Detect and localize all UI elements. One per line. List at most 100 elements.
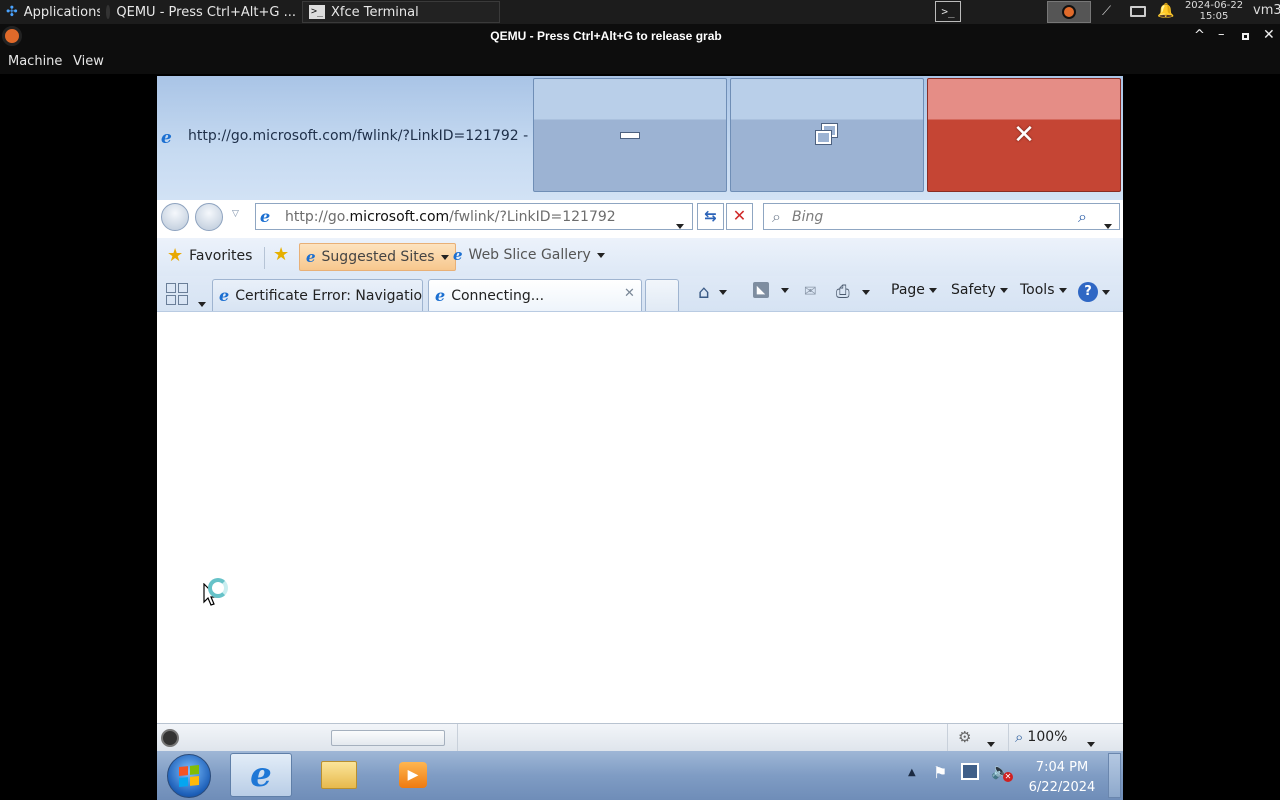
start-button[interactable] <box>167 754 211 798</box>
show-hidden-icons-icon[interactable]: ▲ <box>908 767 916 778</box>
battery-icon[interactable] <box>1130 6 1146 17</box>
search-engine-icon: ⌕ <box>772 207 781 226</box>
close-icon: ✕ <box>1013 120 1035 150</box>
back-button[interactable] <box>161 203 189 231</box>
new-tab-button[interactable] <box>645 279 679 311</box>
notification-bell-icon[interactable]: 🔔 <box>1157 3 1174 19</box>
taskbar-internet-explorer[interactable]: e <box>230 753 292 797</box>
zoom-button[interactable]: ⌕ 100% <box>1015 728 1067 746</box>
windows-logo-icon <box>179 764 199 788</box>
menu-machine[interactable]: Machine <box>8 54 62 69</box>
add-to-favorites-bar-icon[interactable]: ★ <box>273 244 289 265</box>
chevron-down-icon <box>1102 289 1110 295</box>
host-clock[interactable]: 2024-06-22 15:05 <box>1184 0 1244 22</box>
security-zone-icon[interactable]: ⚙ <box>958 728 971 746</box>
windows-taskbar: e ▶ ▲ ⚑ 🔈 ✕ 7:04 PM 6/22/2024 <box>157 751 1123 800</box>
page-content-area[interactable] <box>157 313 1123 723</box>
terminal-launcher-icon[interactable]: >_ <box>935 1 961 22</box>
status-bar: ⚙ ⌕ 100% <box>157 723 1123 752</box>
user-menu[interactable]: vm3 <box>1253 3 1280 18</box>
taskbar-clock[interactable]: 7:04 PM 6/22/2024 <box>1019 758 1105 798</box>
minimize-icon[interactable]: – <box>1218 27 1225 42</box>
busy-spinner-icon <box>208 578 228 598</box>
minimize-button[interactable] <box>533 78 727 192</box>
stop-button[interactable]: ✕ <box>726 203 753 230</box>
safety-menu[interactable]: Safety <box>951 282 1008 298</box>
taskbar-windows-explorer[interactable] <box>308 753 370 797</box>
loading-status-icon <box>161 729 179 747</box>
active-window-button[interactable] <box>1047 1 1091 23</box>
show-desktop-button[interactable] <box>1108 753 1121 798</box>
forward-button[interactable] <box>195 203 223 231</box>
print-button[interactable]: ⎙ <box>836 282 870 302</box>
tab-command-bar: e Certificate Error: Navigatio... e Conn… <box>157 276 1123 312</box>
search-options-dropdown-icon[interactable] <box>1104 214 1112 233</box>
taskbar-item-qemu[interactable]: QEMU - Press Ctrl+Alt+G ... <box>100 1 302 23</box>
chevron-down-icon <box>1058 287 1067 293</box>
host-clock-time: 15:05 <box>1199 11 1229 22</box>
address-bar[interactable]: e http://go.microsoft.com/fwlink/?LinkID… <box>255 203 693 230</box>
folder-icon <box>321 761 357 789</box>
ie-page-icon: e <box>306 247 316 266</box>
tools-menu-label: Tools <box>1020 282 1055 298</box>
address-dropdown-icon[interactable] <box>676 214 684 233</box>
tab-connecting[interactable]: e Connecting... ✕ <box>428 279 642 311</box>
maximize-chevron-icon[interactable]: ^ <box>1194 28 1205 43</box>
qemu-titlebar: QEMU - Press Ctrl+Alt+G to release grab … <box>0 24 1280 50</box>
host-clock-date: 2024-06-22 <box>1184 0 1244 11</box>
search-icon[interactable]: ⌕ <box>1078 207 1087 227</box>
tools-menu[interactable]: Tools <box>1020 282 1067 298</box>
ie-window-title: http://go.microsoft.com/fwlink/?LinkID=1… <box>188 128 546 144</box>
taskbar-item-terminal[interactable]: >_ Xfce Terminal <box>302 1 500 23</box>
home-button[interactable]: ⌂ <box>698 282 728 303</box>
page-menu-label: Page <box>891 282 925 298</box>
chevron-down-icon <box>781 287 789 293</box>
quick-tabs-icon[interactable] <box>166 283 188 305</box>
compatibility-view-button[interactable]: ⇆ <box>697 203 724 230</box>
taskbar-clock-time: 7:04 PM <box>1035 760 1089 775</box>
help-button[interactable]: ? <box>1078 282 1110 302</box>
close-icon[interactable]: ✕ <box>1263 27 1275 43</box>
applications-menu[interactable]: ✣ Applications ⋮ <box>0 1 100 23</box>
recent-pages-chevron-icon[interactable]: ▽ <box>232 209 239 219</box>
xfce-logo-icon: ✣ <box>6 4 18 20</box>
qemu-icon <box>106 5 111 19</box>
progress-bar <box>331 730 445 746</box>
taskbar-media-player[interactable]: ▶ <box>382 753 444 797</box>
feeds-button[interactable]: ◣ <box>753 282 789 298</box>
tab-label: Connecting... <box>451 287 545 304</box>
tab-certificate-error[interactable]: e Certificate Error: Navigatio... <box>212 279 423 311</box>
favorites-button[interactable]: ★ Favorites <box>167 247 252 265</box>
ie-page-icon: e <box>453 245 463 264</box>
qemu-icon <box>1062 5 1076 19</box>
security-zone-dropdown-icon[interactable] <box>987 735 995 751</box>
restore-button[interactable] <box>730 78 924 192</box>
guest-screen: e http://go.microsoft.com/fwlink/?LinkID… <box>157 76 1123 800</box>
restore-icon[interactable] <box>1242 33 1249 40</box>
zoom-dropdown-icon[interactable] <box>1087 735 1095 751</box>
zoom-level: 100% <box>1027 729 1068 745</box>
page-menu[interactable]: Page <box>891 282 937 298</box>
favorites-label: Favorites <box>189 248 253 264</box>
favorites-bar: ★ Favorites ★ e Suggested Sites e Web Sl… <box>157 238 1123 276</box>
tab-list-dropdown-icon[interactable] <box>198 292 206 311</box>
web-slice-gallery-button[interactable]: e Web Slice Gallery <box>453 247 605 263</box>
media-player-icon: ▶ <box>399 762 427 788</box>
close-tab-icon[interactable]: ✕ <box>624 286 635 301</box>
action-center-flag-icon[interactable]: ⚑ <box>933 763 947 782</box>
suggested-sites-button[interactable]: e Suggested Sites <box>299 243 456 271</box>
chevron-down-icon <box>440 254 449 260</box>
safety-menu-label: Safety <box>951 282 996 298</box>
home-icon: ⌂ <box>698 282 710 303</box>
taskbar-item-label: QEMU - Press Ctrl+Alt+G ... <box>116 4 296 20</box>
network-icon[interactable] <box>961 763 979 780</box>
chevron-down-icon <box>861 289 870 295</box>
close-button[interactable]: ✕ <box>927 78 1121 192</box>
search-placeholder: Bing <box>792 209 824 225</box>
search-box[interactable]: ⌕ Bing ⌕ <box>763 203 1120 230</box>
read-mail-button[interactable]: ✉ <box>804 282 817 300</box>
rss-feed-icon: ◣ <box>753 282 769 298</box>
network-off-icon[interactable]: ⟋ <box>1102 4 1111 19</box>
address-text: http://go.microsoft.com/fwlink/?LinkID=1… <box>285 209 616 225</box>
menu-view[interactable]: View <box>73 54 104 69</box>
